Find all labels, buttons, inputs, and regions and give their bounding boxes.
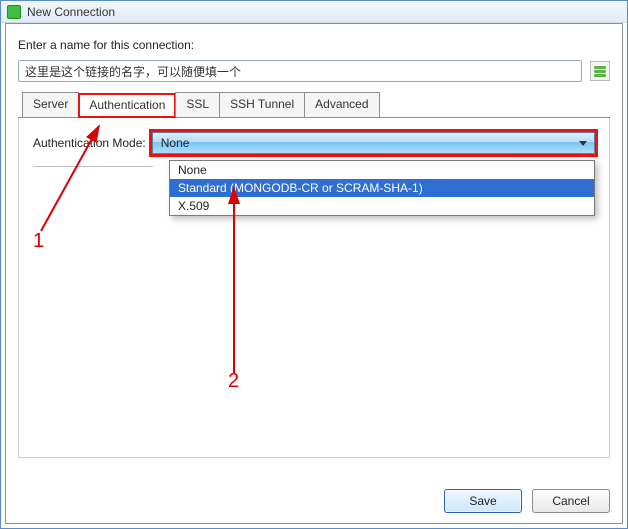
auth-mode-combobox[interactable]: None [152, 132, 595, 154]
tab-authentication[interactable]: Authentication [78, 93, 176, 118]
auth-option-none[interactable]: None [170, 161, 594, 179]
auth-mode-dropdown: None Standard (MONGODB-CR or SCRAM-SHA-1… [169, 160, 595, 216]
auth-option-standard[interactable]: Standard (MONGODB-CR or SCRAM-SHA-1) [170, 179, 594, 197]
dialog-window: New Connection Enter a name for this con… [0, 0, 628, 529]
tab-ssl[interactable]: SSL [175, 92, 220, 117]
client-area: Enter a name for this connection: Server… [5, 23, 623, 524]
tab-server[interactable]: Server [22, 92, 79, 117]
tabpage-authentication: Authentication Mode: None None Standard … [18, 118, 610, 458]
annotation-label-1: 1 [33, 230, 44, 253]
test-connection-button[interactable] [590, 61, 610, 81]
window-title: New Connection [27, 5, 115, 19]
auth-mode-label: Authentication Mode: [33, 136, 146, 150]
tabstrip: Server Authentication SSL SSH Tunnel Adv… [18, 92, 610, 118]
titlebar: New Connection [1, 1, 627, 23]
auth-option-x509[interactable]: X.509 [170, 197, 594, 215]
save-button[interactable]: Save [444, 489, 522, 513]
tab-advanced[interactable]: Advanced [304, 92, 379, 117]
db-icon [593, 64, 607, 78]
auth-mode-value: None [161, 136, 190, 150]
auth-mode-row: Authentication Mode: None [33, 132, 595, 154]
connection-name-prompt: Enter a name for this connection: [18, 38, 610, 52]
separator [33, 166, 153, 167]
cancel-button[interactable]: Cancel [532, 489, 610, 513]
app-icon [7, 5, 21, 19]
tab-ssh-tunnel[interactable]: SSH Tunnel [219, 92, 305, 117]
connection-name-row [18, 60, 610, 82]
button-bar: Save Cancel [444, 489, 610, 513]
annotation-label-2: 2 [228, 370, 239, 393]
chevron-down-icon [579, 141, 587, 146]
connection-name-input[interactable] [18, 60, 582, 82]
